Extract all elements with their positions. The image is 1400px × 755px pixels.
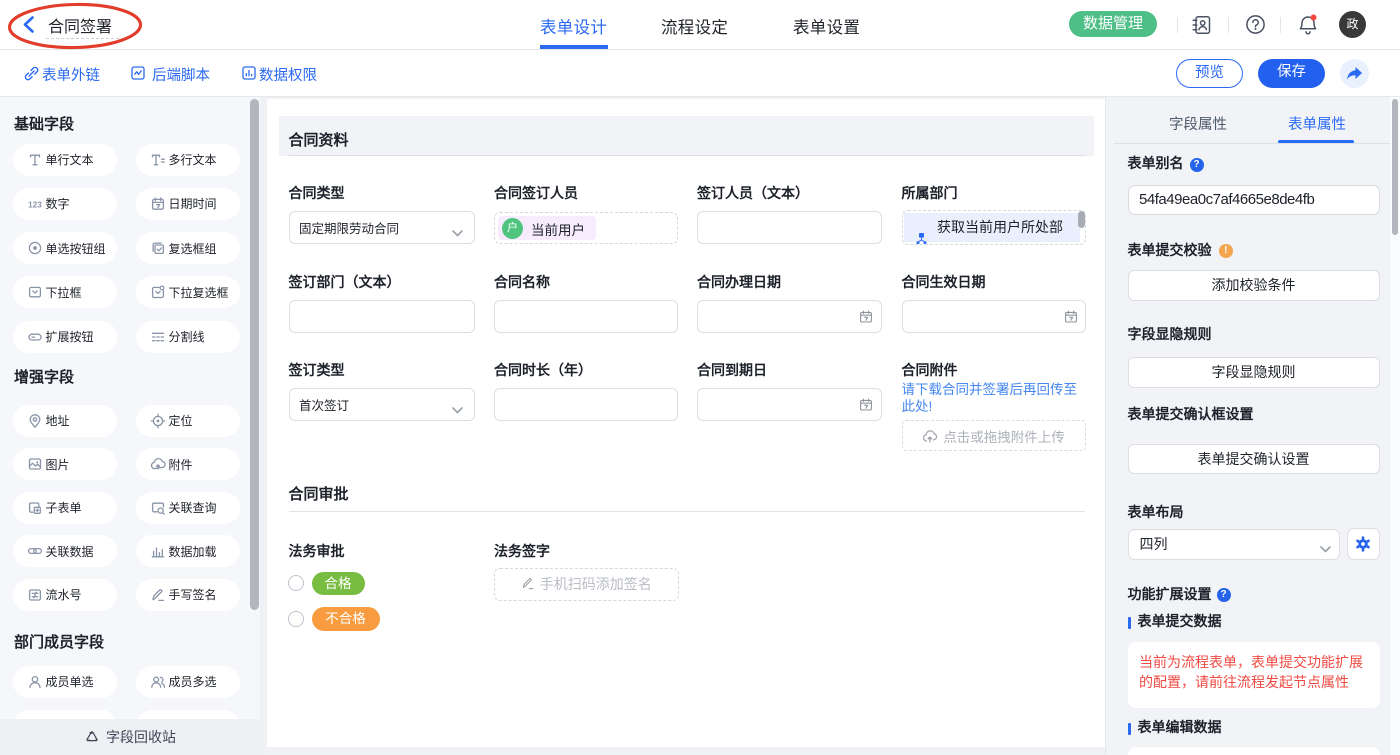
svg-text:123: 123 <box>28 200 42 209</box>
